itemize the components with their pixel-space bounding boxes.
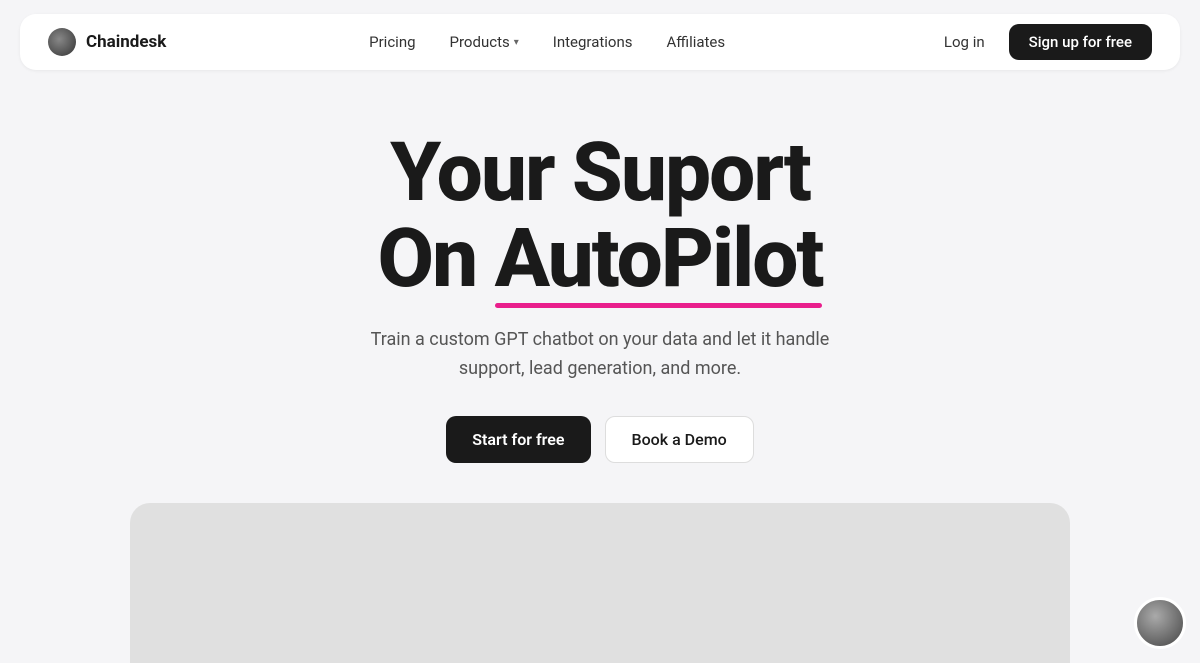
autopilot-text: AutoPilot [495,216,823,302]
navbar-nav: Pricing Products ▾ Integrations Affiliat… [355,26,739,58]
login-button[interactable]: Log in [928,26,1001,58]
hero-title: Your Suport On AutoPilot [378,130,823,302]
nav-pricing[interactable]: Pricing [355,26,429,58]
signup-button[interactable]: Sign up for free [1009,24,1152,60]
book-demo-button[interactable]: Book a Demo [605,416,754,463]
hero-section: Your Suport On AutoPilot Train a custom … [0,70,1200,503]
chevron-down-icon: ▾ [514,37,519,48]
logo-icon [48,28,76,56]
navbar-right: Log in Sign up for free [928,24,1152,60]
autopilot-underline [495,303,823,308]
logo-text: Chaindesk [86,32,166,52]
start-free-button[interactable]: Start for free [446,416,590,463]
preview-area [0,503,1200,663]
preview-card [130,503,1070,663]
nav-affiliates[interactable]: Affiliates [652,26,739,58]
nav-integrations[interactable]: Integrations [539,26,647,58]
navbar: Chaindesk Pricing Products ▾ Integration… [20,14,1180,70]
avatar [1134,597,1186,649]
hero-buttons: Start for free Book a Demo [446,416,753,463]
navbar-wrapper: Chaindesk Pricing Products ▾ Integration… [0,0,1200,70]
nav-products[interactable]: Products ▾ [436,26,533,58]
hero-subtitle: Train a custom GPT chatbot on your data … [360,326,840,384]
hero-title-line1: Your Suport [378,130,823,216]
logo-area: Chaindesk [48,28,166,56]
hero-title-line2: On AutoPilot [378,216,823,302]
